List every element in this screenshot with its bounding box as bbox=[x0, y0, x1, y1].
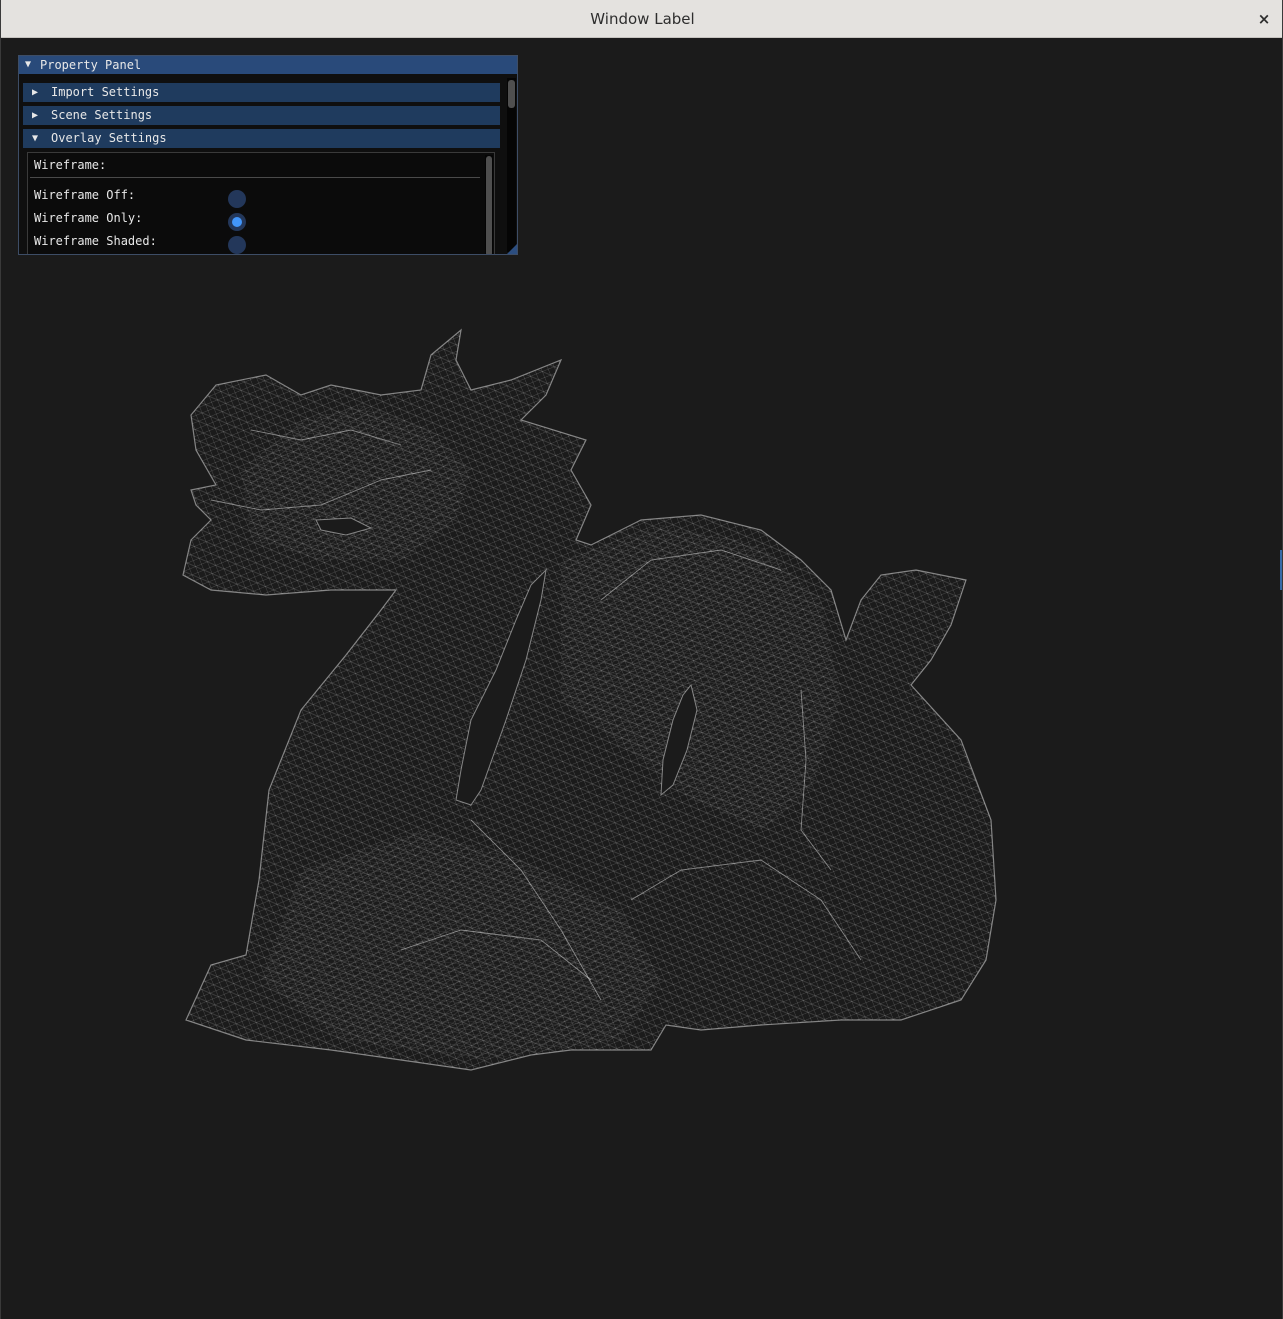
property-panel[interactable]: ▼ Property Panel ▶ Import Settings ▶ Sce… bbox=[18, 55, 518, 255]
separator bbox=[30, 177, 480, 178]
wireframe-off-radio[interactable] bbox=[228, 190, 246, 208]
property-panel-title-bar[interactable]: ▼ Property Panel bbox=[19, 56, 517, 74]
wireframe-heading: Wireframe: bbox=[34, 158, 107, 172]
wireframe-shaded-radio[interactable] bbox=[228, 236, 246, 254]
resize-grip-icon[interactable] bbox=[507, 244, 517, 254]
overlay-scrollbar[interactable] bbox=[485, 155, 493, 254]
collapse-arrow-icon: ▼ bbox=[32, 133, 39, 144]
overlay-settings-label: Overlay Settings bbox=[51, 131, 167, 145]
title-bar[interactable]: Window Label × bbox=[1, 0, 1282, 38]
app-window: Window Label × ▼ Property Panel ▶ Import… bbox=[0, 0, 1283, 1319]
collapse-arrow-icon[interactable]: ▼ bbox=[25, 56, 31, 74]
expand-arrow-icon: ▶ bbox=[32, 110, 39, 121]
panel-scrollbar[interactable] bbox=[507, 78, 516, 252]
wireframe-off-label: Wireframe Off: bbox=[34, 188, 136, 202]
property-panel-title: Property Panel bbox=[40, 58, 142, 72]
wireframe-only-label: Wireframe Only: bbox=[34, 211, 143, 225]
expand-arrow-icon: ▶ bbox=[32, 87, 39, 98]
overlay-settings-content[interactable]: Wireframe: Wireframe Off: Wireframe Only… bbox=[27, 152, 495, 254]
panel-scrollbar-grab[interactable] bbox=[508, 80, 515, 108]
wireframe-shaded-label: Wireframe Shaded: bbox=[34, 234, 157, 248]
close-icon[interactable]: × bbox=[1254, 9, 1274, 29]
window-title: Window Label bbox=[590, 10, 695, 28]
dragon-mesh bbox=[182, 328, 997, 1071]
wireframe-only-radio[interactable] bbox=[228, 213, 246, 231]
import-settings-label: Import Settings bbox=[51, 85, 160, 99]
scene-settings-header[interactable]: ▶ Scene Settings bbox=[23, 106, 500, 125]
scene-settings-label: Scene Settings bbox=[51, 108, 153, 122]
import-settings-header[interactable]: ▶ Import Settings bbox=[23, 83, 500, 102]
overlay-scrollbar-grab[interactable] bbox=[486, 156, 492, 254]
overlay-settings-header[interactable]: ▼ Overlay Settings bbox=[23, 129, 500, 148]
